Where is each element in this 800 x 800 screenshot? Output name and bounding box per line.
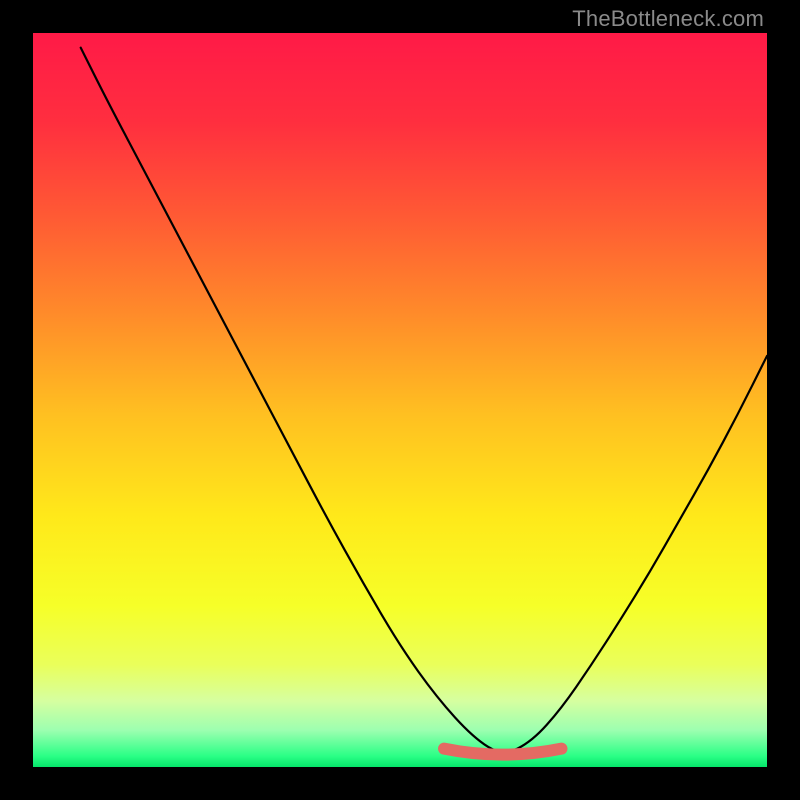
plot-area (33, 33, 767, 767)
gradient-background (33, 33, 767, 767)
chart-frame: TheBottleneck.com (0, 0, 800, 800)
chart-svg (33, 33, 767, 767)
watermark-text: TheBottleneck.com (572, 6, 764, 32)
optimal-range-marker (444, 749, 561, 755)
